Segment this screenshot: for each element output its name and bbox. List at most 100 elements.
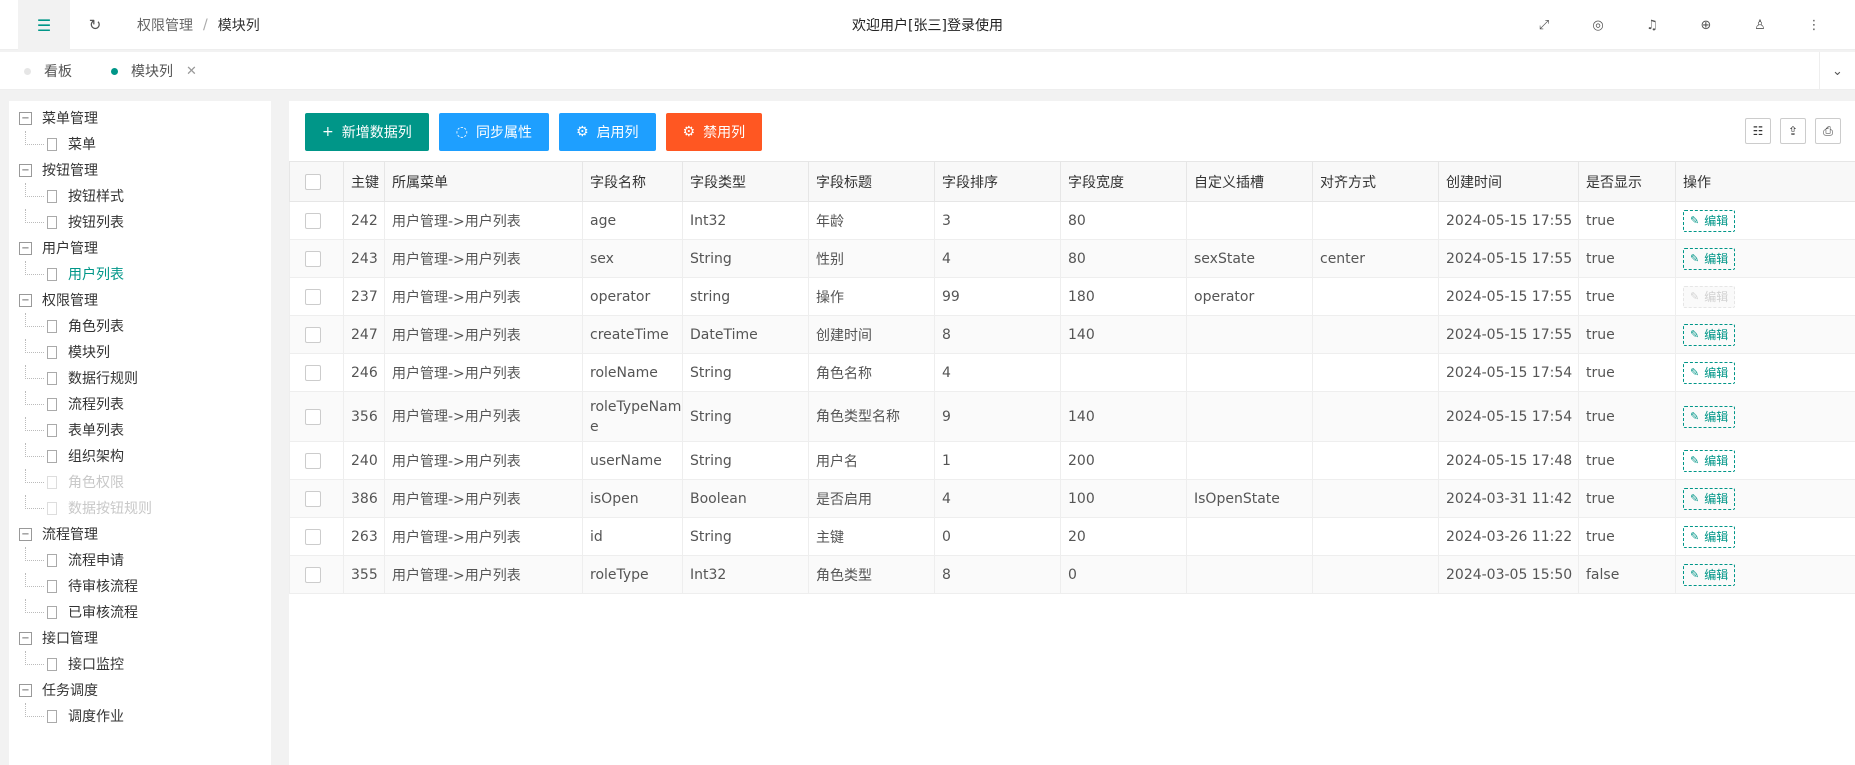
tree-group[interactable]: − 按钮管理 xyxy=(9,157,271,183)
breadcrumb-item[interactable]: 权限管理 xyxy=(137,15,193,35)
column-header[interactable]: 是否显示 xyxy=(1578,161,1676,202)
row-checkbox[interactable] xyxy=(305,212,321,229)
theme-icon[interactable]: ◎ xyxy=(1571,18,1625,33)
cell-created: 2024-05-15 17:48 xyxy=(1438,441,1579,480)
table-row[interactable]: 263 用户管理->用户列表 id String 主键 0 20 2024-03-26 11:… xyxy=(289,517,1855,556)
cell-created: 2024-03-26 11:22 xyxy=(1438,517,1579,556)
row-checkbox[interactable] xyxy=(305,326,321,343)
table-row[interactable]: 242 用户管理->用户列表 age Int32 年龄 3 80 2024-05-15 17:… xyxy=(289,201,1855,240)
cell-width: 140 xyxy=(1060,391,1187,442)
tree-item[interactable]: 流程列表 xyxy=(9,391,271,417)
column-header[interactable]: 字段标题 xyxy=(808,161,935,202)
tree-group[interactable]: − 接口管理 xyxy=(9,625,271,651)
edit-button[interactable]: ✎ 编辑 xyxy=(1683,525,1736,548)
bell-icon[interactable]: ♫ xyxy=(1625,18,1679,33)
row-checkbox[interactable] xyxy=(305,288,321,305)
toolbar-button[interactable]: ⚙ 启用列 xyxy=(558,113,656,151)
table-row[interactable]: 243 用户管理->用户列表 sex String 性别 4 80 sexState cente… xyxy=(289,239,1855,278)
refresh-icon[interactable]: ↻ xyxy=(84,0,106,50)
table-row[interactable]: 246 用户管理->用户列表 roleName String 角色名称 4 2024-05-… xyxy=(289,353,1855,392)
tree-group[interactable]: − 任务调度 xyxy=(9,677,271,703)
tree-item[interactable]: 流程申请 xyxy=(9,547,271,573)
tree-item[interactable]: 用户列表 xyxy=(9,261,271,287)
edit-button[interactable]: ✎ 编辑 xyxy=(1683,487,1736,510)
export-icon[interactable]: ⇪ xyxy=(1780,118,1806,144)
edit-button[interactable]: ✎ 编辑 xyxy=(1683,449,1736,472)
main-panel: + 新增数据列 ◌ 同步属性 ⚙ 启用列 ⚙ 禁用列 ☷ ⇪ ⎙ 主键 所属菜单 字段名称 字段类型… xyxy=(289,101,1855,765)
tree-item[interactable]: 角色列表 xyxy=(9,313,271,339)
column-header[interactable]: 所属菜单 xyxy=(384,161,583,202)
tree-item[interactable]: 数据行规则 xyxy=(9,365,271,391)
column-header[interactable]: 对齐方式 xyxy=(1312,161,1439,202)
row-checkbox[interactable] xyxy=(305,364,321,381)
row-checkbox[interactable] xyxy=(305,528,321,545)
row-checkbox[interactable] xyxy=(305,408,321,425)
column-header[interactable]: 字段排序 xyxy=(934,161,1061,202)
tree-item[interactable]: 组织架构 xyxy=(9,443,271,469)
edit-button[interactable]: ✎ 编辑 xyxy=(1683,361,1736,384)
collapse-icon[interactable]: − xyxy=(19,111,32,125)
column-header[interactable]: 主键 xyxy=(343,161,385,202)
table-row[interactable]: 356 用户管理->用户列表 roleTypeName String 角色类型名称 9 14… xyxy=(289,391,1855,442)
column-header[interactable]: 字段名称 xyxy=(582,161,683,202)
close-icon[interactable]: ✕ xyxy=(186,64,197,79)
collapse-icon[interactable]: − xyxy=(19,683,32,697)
column-header[interactable]: 操作 xyxy=(1675,161,1855,202)
table-row[interactable]: 240 用户管理->用户列表 userName String 用户名 1 200 2024-0… xyxy=(289,441,1855,480)
tree-item[interactable]: 待审核流程 xyxy=(9,573,271,599)
column-header[interactable]: 创建时间 xyxy=(1438,161,1579,202)
chevron-down-icon[interactable]: ⌄ xyxy=(1819,52,1855,90)
column-header[interactable]: 字段宽度 xyxy=(1060,161,1187,202)
more-icon[interactable]: ⋮ xyxy=(1787,18,1841,33)
row-checkbox[interactable] xyxy=(305,490,321,507)
tree-group[interactable]: − 流程管理 xyxy=(9,521,271,547)
toolbar-button[interactable]: + 新增数据列 xyxy=(305,113,429,151)
edit-button[interactable]: ✎ 编辑 xyxy=(1683,405,1736,428)
toolbar-button[interactable]: ⚙ 禁用列 xyxy=(665,113,763,151)
user-icon[interactable]: ♙ xyxy=(1733,18,1787,33)
pencil-icon: ✎ xyxy=(1690,530,1700,543)
tree-item[interactable]: 菜单 xyxy=(9,131,271,157)
table-row[interactable]: 247 用户管理->用户列表 createTime DateTime 创建时间 8 140 2… xyxy=(289,315,1855,354)
tree-item[interactable]: 模块列 xyxy=(9,339,271,365)
column-header[interactable]: 字段类型 xyxy=(682,161,809,202)
edit-button[interactable]: ✎ 编辑 xyxy=(1683,247,1736,270)
table-row[interactable]: 237 用户管理->用户列表 operator string 操作 99 180 operat… xyxy=(289,277,1855,316)
tree-item[interactable]: 已审核流程 xyxy=(9,599,271,625)
tree-item[interactable]: 按钮样式 xyxy=(9,183,271,209)
tree-item[interactable]: 按钮列表 xyxy=(9,209,271,235)
edit-button[interactable]: ✎ 编辑 xyxy=(1683,323,1736,346)
tree-group[interactable]: − 菜单管理 xyxy=(9,105,271,131)
tree-group[interactable]: − 权限管理 xyxy=(9,287,271,313)
collapse-icon[interactable]: − xyxy=(19,163,32,177)
toolbar-button[interactable]: ◌ 同步属性 xyxy=(438,113,549,151)
row-checkbox[interactable] xyxy=(305,566,321,583)
edit-button[interactable]: ✎ 编辑 xyxy=(1683,563,1736,586)
collapse-icon[interactable]: − xyxy=(19,527,32,541)
collapse-icon[interactable]: − xyxy=(19,631,32,645)
collapse-icon[interactable]: − xyxy=(19,293,32,307)
row-checkbox[interactable] xyxy=(305,250,321,267)
cell-created: 2024-05-15 17:55 xyxy=(1438,239,1579,278)
edit-button[interactable]: ✎ 编辑 xyxy=(1683,209,1736,232)
tree-group[interactable]: − 用户管理 xyxy=(9,235,271,261)
column-header[interactable]: 自定义插槽 xyxy=(1186,161,1313,202)
cell-type: string xyxy=(682,277,809,316)
globe-icon[interactable]: ⊕ xyxy=(1679,18,1733,33)
table-row[interactable]: 386 用户管理->用户列表 isOpen Boolean 是否启用 4 100 IsOpen… xyxy=(289,479,1855,518)
select-all-checkbox[interactable] xyxy=(305,173,321,190)
table-row[interactable]: 355 用户管理->用户列表 roleType Int32 角色类型 8 0 2024-03-… xyxy=(289,555,1855,594)
print-icon[interactable]: ⎙ xyxy=(1815,118,1841,144)
tree-item[interactable]: 接口监控 xyxy=(9,651,271,677)
filter-columns-icon[interactable]: ☷ xyxy=(1745,118,1771,144)
collapse-icon[interactable]: − xyxy=(19,241,32,255)
tree-item[interactable]: 调度作业 xyxy=(9,703,271,729)
fullscreen-icon[interactable]: ⤢ xyxy=(1517,18,1571,33)
tab-module-columns[interactable]: 模块列 ✕ xyxy=(111,52,197,90)
cell-show: true xyxy=(1578,391,1676,442)
tab-dashboard[interactable]: 看板 xyxy=(24,52,72,90)
menu-toggle-icon[interactable]: ☰ xyxy=(18,0,70,50)
row-checkbox[interactable] xyxy=(305,452,321,469)
tree-item-label: 角色权限 xyxy=(68,475,124,491)
tree-item[interactable]: 表单列表 xyxy=(9,417,271,443)
